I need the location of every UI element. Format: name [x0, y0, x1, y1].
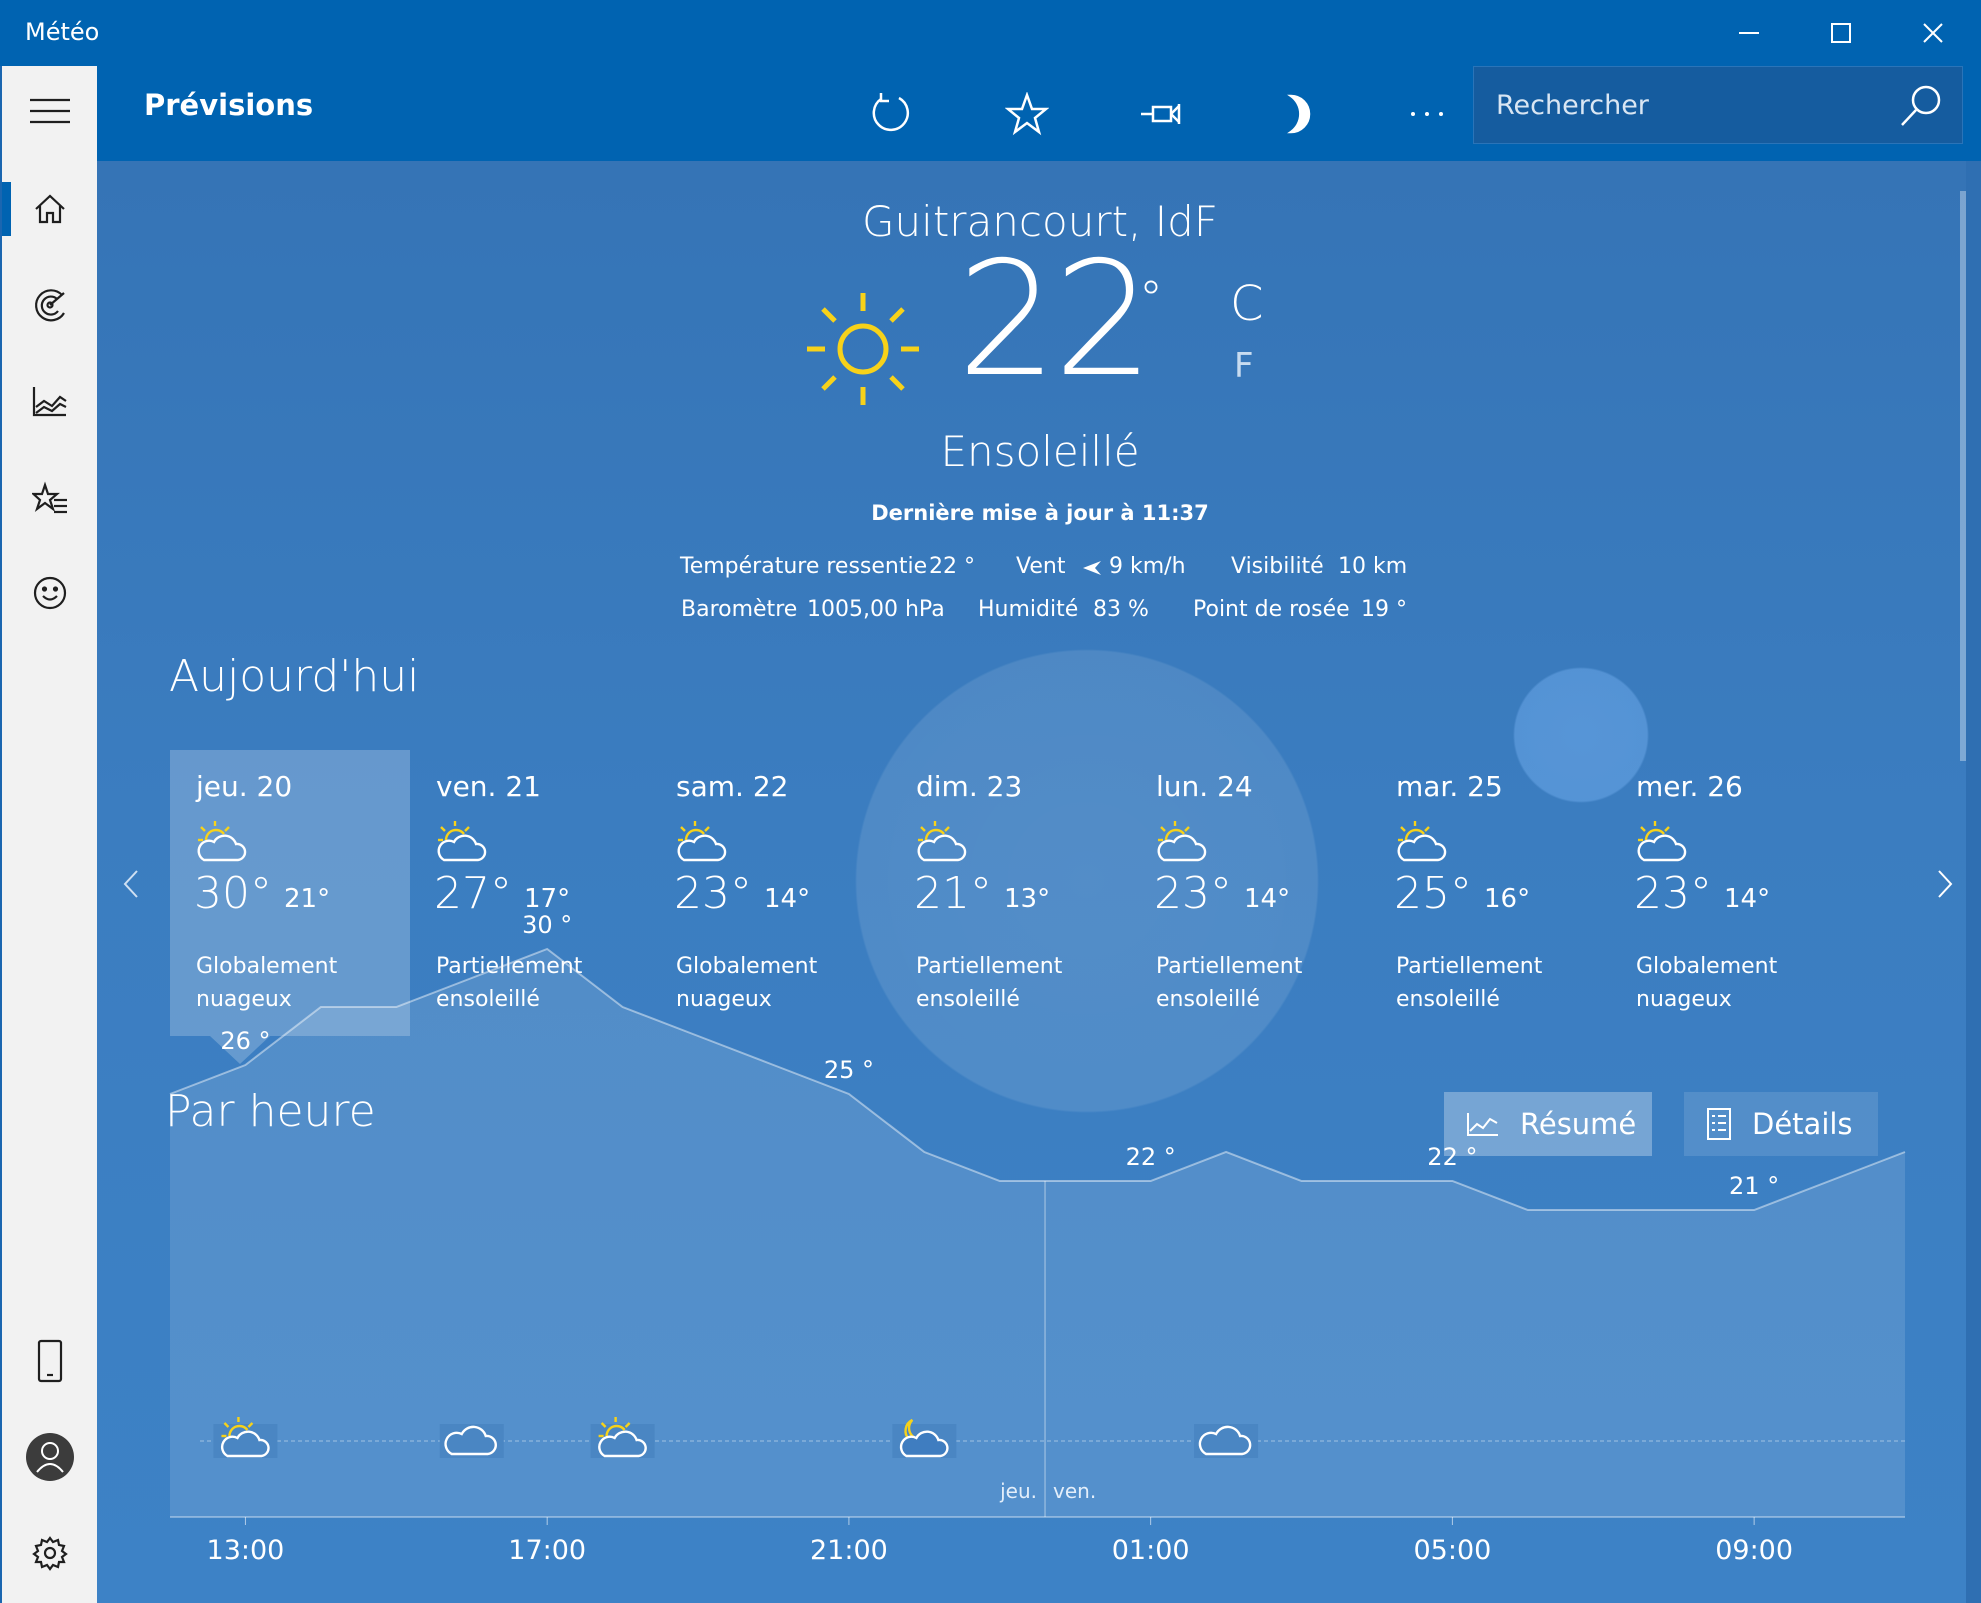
hourly-temp-label: 21 °: [1729, 1172, 1779, 1200]
more-icon: [1411, 112, 1443, 116]
gear-icon: [31, 1536, 68, 1571]
refresh-icon: [872, 93, 910, 132]
minimize-icon: [1739, 32, 1759, 34]
hour-label: 21:00: [810, 1535, 888, 1566]
more-options-button[interactable]: [1393, 83, 1461, 145]
pin-to-start-button[interactable]: [1129, 83, 1197, 145]
search-input[interactable]: [1494, 83, 1898, 127]
search-icon[interactable]: [1898, 83, 1944, 129]
nav-maps-button[interactable]: [2, 260, 97, 350]
nav-app-link-button[interactable]: [2, 1316, 97, 1406]
settings-button[interactable]: [2, 1508, 97, 1598]
avatar: [25, 1433, 74, 1481]
nav-feedback-button[interactable]: [2, 548, 97, 638]
hour-label: 09:00: [1715, 1535, 1793, 1566]
close-icon: [1923, 23, 1943, 43]
favorite-button[interactable]: [993, 83, 1061, 145]
historical-chart-icon: [32, 387, 67, 417]
nav-forecast-button[interactable]: [2, 164, 97, 254]
hour-label: 01:00: [1112, 1535, 1190, 1566]
minimize-button[interactable]: [1703, 0, 1795, 66]
moon-cloud-icon: [892, 1418, 957, 1458]
page-title: Prévisions: [144, 88, 314, 122]
maximize-button[interactable]: [1795, 0, 1887, 66]
maximize-icon: [1831, 23, 1851, 43]
favorites-list-icon: [31, 481, 67, 514]
app-title: Météo: [25, 18, 100, 46]
hamburger-menu-button[interactable]: [2, 66, 97, 156]
cloud-icon: [1194, 1424, 1259, 1458]
smiley-icon: [33, 576, 66, 610]
cloud-icon: [439, 1424, 504, 1458]
search-box[interactable]: [1473, 66, 1963, 144]
hourly-temp-label: 25 °: [824, 1056, 874, 1084]
radar-icon: [34, 289, 65, 322]
hourly-temp-label: 30 °: [522, 911, 572, 939]
day-split-label: jeu.: [999, 1479, 1037, 1503]
account-button[interactable]: [2, 1412, 97, 1502]
pin-icon: [1141, 104, 1181, 124]
nav-favorites-button[interactable]: [2, 452, 97, 542]
temperature-area: [170, 949, 1905, 1517]
refresh-button[interactable]: [857, 83, 925, 145]
hour-label: 05:00: [1413, 1535, 1491, 1566]
star-icon: [1005, 92, 1049, 136]
close-button[interactable]: [1887, 0, 1979, 66]
hourly-temp-label: 22 °: [1126, 1143, 1176, 1171]
hourly-temp-label: 26 °: [220, 1027, 270, 1055]
theme-toggle-button[interactable]: [1265, 83, 1333, 145]
day-split-label: ven.: [1053, 1479, 1096, 1503]
moon-icon: [1287, 94, 1311, 134]
title-bar: Météo: [0, 0, 1981, 66]
hourly-chart: jeu. ven. 26 ° 13:00 30 ° 17:00 25 ° 21:00 22 ° 0…: [169, 911, 1906, 1566]
header-bar: Prévisions: [97, 66, 1981, 161]
hourly-temp-label: 22 °: [1427, 1143, 1477, 1171]
nav-historical-button[interactable]: [2, 356, 97, 446]
hour-label: 17:00: [508, 1535, 586, 1566]
home-icon: [34, 194, 65, 224]
forecast-content: Guitrancourt, IdF 22 ° C F Ensoleillé De…: [97, 161, 1966, 1603]
navigation-rail: [0, 66, 97, 1603]
hour-label: 13:00: [207, 1535, 285, 1566]
hamburger-icon: [29, 98, 70, 124]
phone-icon: [37, 1339, 62, 1383]
